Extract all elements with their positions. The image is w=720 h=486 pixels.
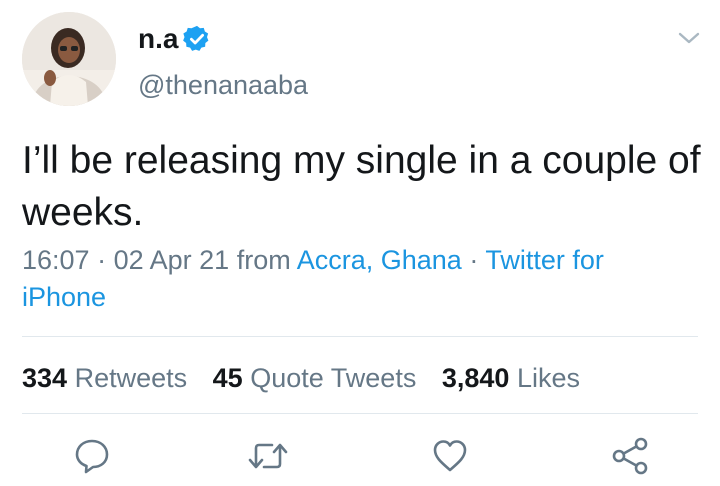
from-label: from xyxy=(236,245,291,275)
heart-icon[interactable] xyxy=(430,436,470,476)
chevron-down-icon[interactable] xyxy=(676,28,702,48)
meta-separator: · xyxy=(97,245,107,275)
avatar[interactable] xyxy=(22,12,116,106)
tweet-metadata: 16:07 · 02 Apr 21 from Accra, Ghana · Tw… xyxy=(22,242,672,316)
share-icon[interactable] xyxy=(610,436,650,476)
retweets-label: Retweets xyxy=(74,363,188,393)
reply-icon[interactable] xyxy=(72,436,112,476)
likes-stat[interactable]: 3,840 Likes xyxy=(442,358,580,398)
quote-tweets-stat[interactable]: 45 Quote Tweets xyxy=(213,358,417,398)
retweets-count: 334 xyxy=(22,363,68,393)
likes-count: 3,840 xyxy=(441,363,510,393)
quote-tweets-label: Quote Tweets xyxy=(250,363,417,393)
likes-label: Likes xyxy=(516,363,580,393)
tweet-actions xyxy=(0,430,720,486)
tweet-date[interactable]: 02 Apr 21 xyxy=(114,245,230,275)
quote-tweets-count: 45 xyxy=(212,363,243,393)
tweet-text: I’ll be releasing my single in a couple … xyxy=(22,139,701,234)
tweet-stats: 334 Retweets 45 Quote Tweets 3,840 Likes xyxy=(22,358,598,398)
tweet-time[interactable]: 16:07 xyxy=(22,245,90,275)
display-name[interactable]: n.a xyxy=(138,22,178,56)
meta-separator: · xyxy=(469,245,479,275)
verified-badge-icon xyxy=(182,24,212,54)
tweet-header: n.a @thenanaaba xyxy=(0,0,720,120)
location-link[interactable]: Accra, Ghana xyxy=(297,245,462,275)
divider xyxy=(22,413,698,414)
divider xyxy=(22,336,698,337)
user-handle[interactable]: @thenanaaba xyxy=(138,68,308,102)
retweet-icon[interactable] xyxy=(246,436,288,476)
retweets-stat[interactable]: 334 Retweets xyxy=(22,358,187,398)
